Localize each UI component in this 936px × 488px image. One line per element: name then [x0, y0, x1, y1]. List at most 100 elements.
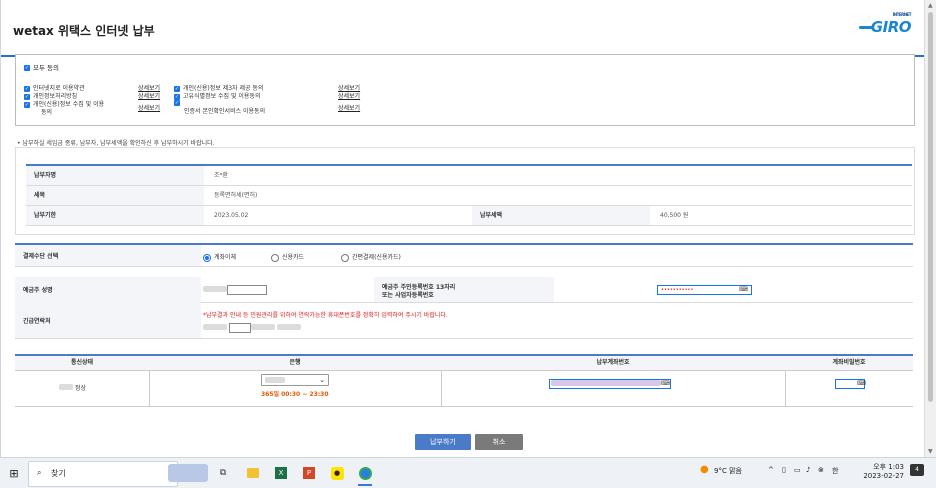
col-status: 통신상태 — [70, 359, 94, 366]
windows-taskbar: ⊞ ⌕ 찾기 ⧉ X P ● ● 9°C 맑음 ^ ▯ ▭ ♪ ⊗ 한 오후 1… — [0, 457, 936, 488]
clock[interactable]: 오후 1:03 2023-02-27 — [852, 462, 904, 480]
method-easy-pay[interactable]: 간편결제(신용카드) — [341, 252, 401, 262]
radio-icon[interactable] — [271, 253, 279, 262]
depositor-row: 예금주 성명 예금주 주민등록번호 13자리 또는 사업자등록번호 ••••••… — [15, 277, 913, 303]
close-circle-icon[interactable]: ⊗ — [818, 466, 824, 474]
speaker-icon[interactable]: ♪ — [806, 466, 810, 474]
checkbox-checked-icon[interactable]: ✓ — [174, 99, 180, 106]
depositor-label: 예금주 성명 — [15, 277, 201, 302]
depositor-name-input[interactable] — [227, 285, 267, 295]
status-value: 정상 — [75, 385, 87, 392]
kakaotalk-icon[interactable]: ● — [328, 464, 346, 482]
payer-value: 조*환 — [214, 172, 229, 179]
scroll-down-icon[interactable]: ▼ — [928, 448, 933, 455]
cancel-button[interactable]: 취소 — [475, 434, 523, 450]
rrn-label-2: 또는 사업자등록번호 — [382, 292, 434, 299]
contact-label: 긴급연락처 — [15, 302, 201, 338]
scroll-up-icon[interactable]: ▲ — [928, 2, 933, 9]
consent-item-cert[interactable]: ✓ — [174, 99, 183, 106]
chrome-icon[interactable] — [356, 464, 374, 482]
contact-row: 긴급연락처 *납부결과 안내 등 민원관리를 위하여 연락가능한 휴대폰번호를 … — [15, 302, 913, 339]
keyboard-icon[interactable]: ⌨ — [661, 380, 670, 387]
detail-link-privacy-policy[interactable]: 상세보기 — [138, 91, 160, 100]
consent-all-label: 모두 동의 — [33, 64, 59, 72]
col-account: 납부계좌번호 — [596, 359, 630, 366]
excel-shape: X — [275, 467, 287, 479]
payment-info-box: 납부자명 조*환 세목 등록면허세(면허) 납부기한 2023.05.02 납부… — [15, 147, 915, 235]
file-explorer-icon[interactable] — [244, 464, 262, 482]
method-option-label: 신용카드 — [282, 254, 305, 261]
battery-icon[interactable]: ▯ — [782, 466, 786, 474]
col-bank: 은행 — [289, 359, 301, 366]
giro-swoosh-icon — [858, 26, 873, 29]
task-view-icon[interactable]: ⧉ — [214, 464, 232, 482]
network-icon[interactable]: ▭ — [794, 466, 801, 474]
browser-shape — [358, 466, 372, 480]
payment-form: 결제수단 선택 계좌이체 신용카드 간편결제(신용카드) 예금주 성명 예금주 … — [15, 243, 913, 348]
pay-button[interactable]: 납부하기 — [415, 434, 471, 450]
keyboard-icon[interactable]: ⌨ — [857, 380, 866, 387]
checkbox-checked-icon[interactable]: ✓ — [24, 101, 30, 108]
consent-item-label: 고유식별정보 수집 및 이용동의 — [183, 93, 261, 100]
ime-indicator[interactable]: 한 — [832, 466, 838, 476]
weather-text[interactable]: 9°C 맑음 — [714, 466, 742, 476]
giro-logo-text: GIRO — [870, 18, 912, 36]
contact-mid-input[interactable] — [229, 323, 251, 333]
scrollbar-thumb[interactable] — [928, 12, 933, 402]
rrn-label-cell: 예금주 주민등록번호 13자리 또는 사업자등록번호 — [374, 277, 554, 302]
rrn-input[interactable]: ••••••••••• — [657, 285, 752, 295]
excel-icon[interactable]: X — [272, 464, 290, 482]
weather-icon[interactable]: ● — [700, 464, 709, 475]
bank-table: 통신상태 은행 납부계좌번호 계좌비밀번호 정상 ⌄ 365일 00:30 ~ … — [15, 354, 913, 407]
powerpoint-icon[interactable]: P — [300, 464, 318, 482]
status-blurred — [59, 384, 73, 390]
detail-link-unique-id[interactable]: 상세보기 — [338, 91, 360, 100]
contact-notice: *납부결과 안내 등 민원관리를 위하여 연락가능한 휴대폰번호를 정확히 입력… — [203, 312, 448, 319]
method-credit-card[interactable]: 신용카드 — [271, 252, 304, 262]
active-indicator — [358, 484, 372, 486]
giro-logo: GIRO INTERNET — [858, 12, 912, 36]
consent-item-personal-info[interactable]: ✓ 개인(신용)정보 수집 및 이용 — [24, 99, 104, 108]
due-date-value: 2023.05.02 — [214, 212, 249, 219]
consent-item-label-cont: 동의 — [41, 109, 53, 116]
contact-prefix-select[interactable] — [203, 324, 227, 330]
radio-icon[interactable] — [341, 253, 349, 262]
consent-item-unique-id[interactable]: ✓ 고유식별정보 수집 및 이용동의 — [174, 91, 260, 100]
search-icon: ⌕ — [37, 468, 42, 477]
kakao-shape: ● — [330, 466, 344, 480]
checkbox-checked-icon[interactable]: ✓ — [24, 65, 30, 71]
vertical-scrollbar[interactable]: ▲ ▼ — [924, 0, 936, 457]
table-row: 세목 등록면허세(면허) — [26, 186, 912, 206]
bank-selected-blurred — [265, 377, 285, 383]
method-option-label: 계좌이체 — [214, 254, 237, 261]
contact-mid-blurred — [251, 324, 275, 330]
bank-select[interactable]: ⌄ — [261, 374, 329, 386]
account-number-input[interactable] — [549, 379, 671, 389]
detail-link-personal-info[interactable]: 상세보기 — [138, 103, 160, 112]
divider — [441, 370, 442, 406]
widget-image-icon[interactable] — [166, 464, 210, 482]
notification-icon[interactable]: 4 — [910, 464, 924, 476]
chevron-up-icon[interactable]: ^ — [768, 466, 774, 474]
widget-thumbnail — [168, 464, 208, 482]
consent-all[interactable]: ✓ 모두 동의 — [24, 62, 59, 72]
method-account-transfer[interactable]: 계좌이체 — [203, 252, 236, 262]
tax-amount-value: 40,500 원 — [660, 212, 689, 219]
clock-time: 오후 1:03 — [873, 463, 904, 471]
table-row: 납부기한 2023.05.02 납부세액 40,500 원 — [26, 206, 912, 226]
radio-selected-icon[interactable] — [203, 253, 211, 262]
keyboard-icon[interactable]: ⌨ — [739, 286, 748, 293]
bank-table-header: 통신상태 은행 납부계좌번호 계좌비밀번호 — [15, 354, 913, 371]
contact-last-input[interactable] — [277, 324, 301, 330]
tax-item-label: 세목 — [26, 186, 204, 205]
windows-start-icon[interactable]: ⊞ — [6, 464, 22, 482]
method-label: 결제수단 선택 — [15, 245, 201, 266]
tax-amount-label: 납부세액 — [472, 206, 650, 225]
col-password: 계좌비밀번호 — [832, 359, 866, 366]
payer-label: 납부자명 — [26, 166, 204, 185]
detail-link-cert[interactable]: 상세보기 — [338, 103, 360, 112]
page-header: wetax 위택스 인터넷 납부 GIRO INTERNET — [1, 0, 925, 57]
taskbar-search[interactable]: ⌕ 찾기 — [28, 461, 178, 487]
table-row: 정상 ⌄ 365일 00:30 ~ 23:30 ⌨ ⌨ — [15, 370, 913, 407]
payment-info-table: 납부자명 조*환 세목 등록면허세(면허) 납부기한 2023.05.02 납부… — [26, 164, 912, 226]
